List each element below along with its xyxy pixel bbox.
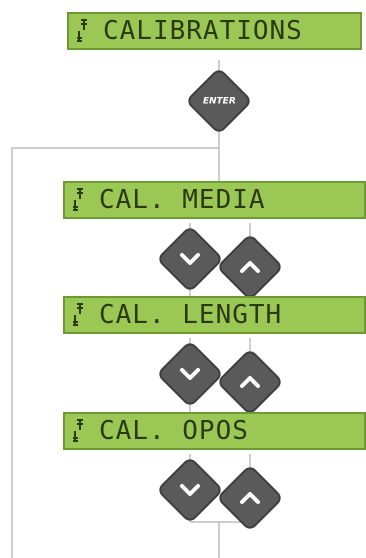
- chevron-up-icon: [240, 492, 260, 504]
- lcd-text: CAL. OPOS: [99, 416, 249, 446]
- lcd-text: CALIBRATIONS: [103, 16, 303, 46]
- chevron-up-icon: [240, 261, 260, 273]
- chevron-down-icon: [180, 368, 200, 380]
- lcd-text: CAL. MEDIA: [99, 185, 266, 215]
- lcd-display-cal-length: CAL. LENGTH: [63, 296, 366, 334]
- enter-label: ENTER: [202, 96, 236, 106]
- lcd-display-calibrations: CALIBRATIONS: [67, 12, 362, 50]
- chevron-down-icon: [180, 253, 200, 265]
- lcd-text: CAL. LENGTH: [99, 300, 283, 330]
- up-down-arrows-icon: [73, 303, 83, 326]
- up-down-arrows-icon: [73, 188, 83, 211]
- chevron-up-icon: [240, 376, 260, 388]
- up-down-arrows-icon: [73, 419, 83, 442]
- lcd-display-cal-opos: CAL. OPOS: [63, 412, 366, 450]
- up-down-arrows-icon: [77, 19, 87, 42]
- chevron-down-icon: [180, 484, 200, 496]
- lcd-display-cal-media: CAL. MEDIA: [63, 181, 366, 219]
